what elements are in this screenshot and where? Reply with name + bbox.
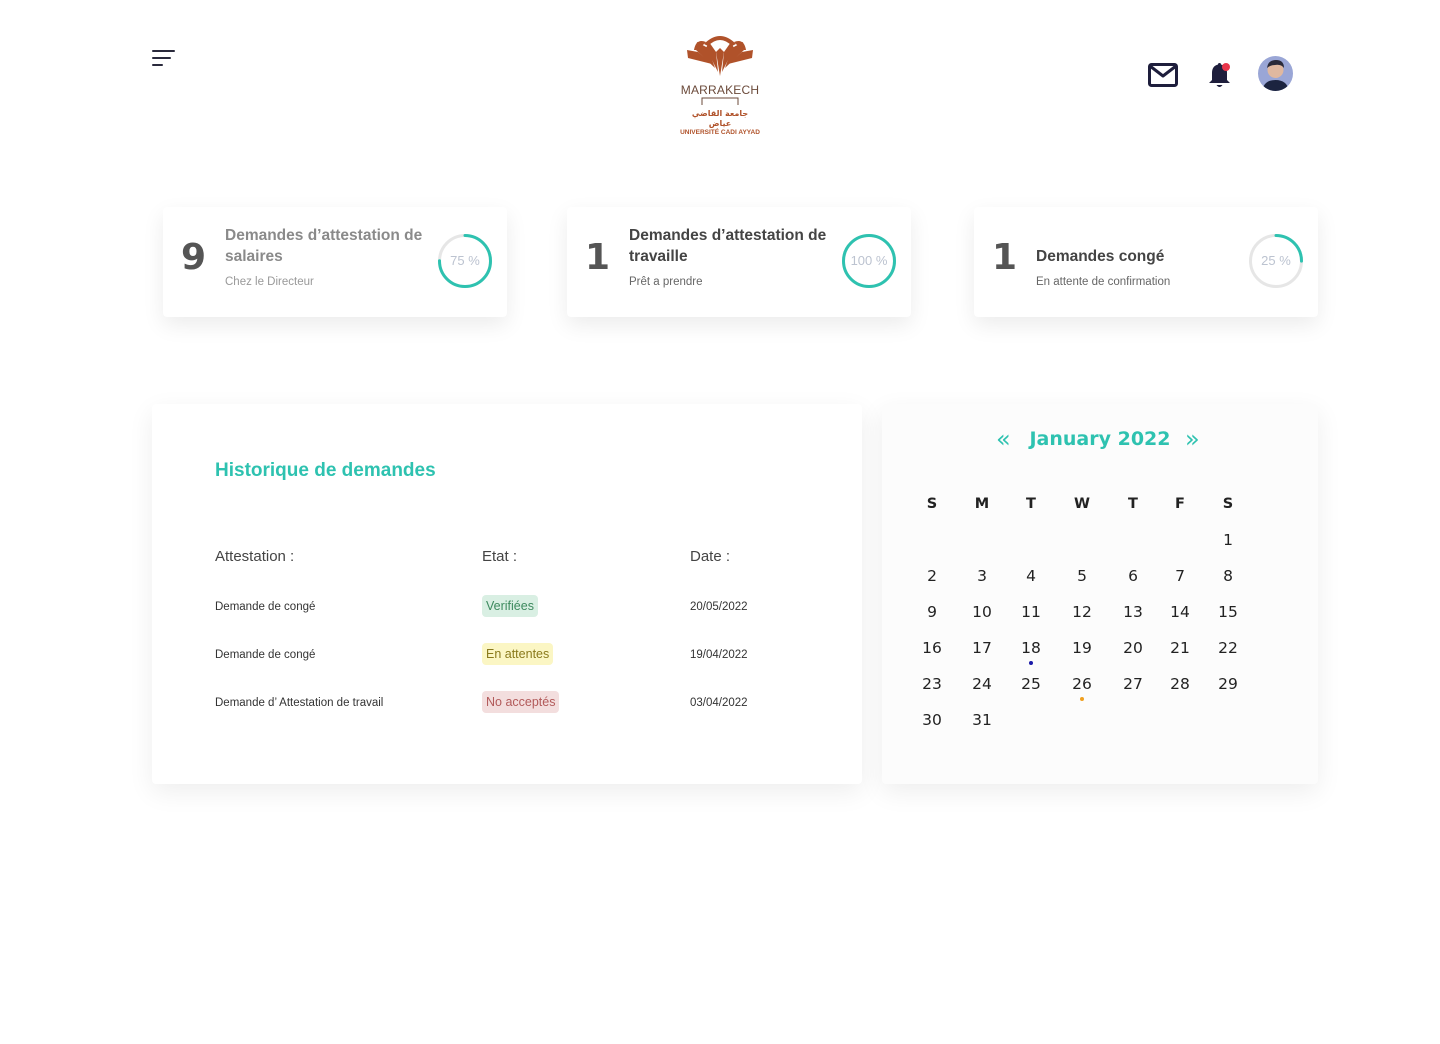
calendar-weekday: M bbox=[974, 496, 990, 512]
progress-percent: 25 % bbox=[1261, 253, 1291, 268]
progress-ring: 100 % bbox=[841, 233, 897, 289]
table-row[interactable]: Demande d’ Attestation de travail No acc… bbox=[152, 689, 862, 719]
calendar-day[interactable]: 11 bbox=[1011, 603, 1051, 627]
calendar-day[interactable]: 3 bbox=[962, 567, 1002, 591]
calendar-day[interactable]: 7 bbox=[1160, 567, 1200, 591]
calendar-day[interactable]: 12 bbox=[1062, 603, 1102, 627]
notification-bell-icon[interactable] bbox=[1207, 60, 1233, 90]
stat-card-salaires[interactable]: 9 Demandes d’attestation de salaires Che… bbox=[163, 207, 507, 317]
calendar-day[interactable]: 19 bbox=[1062, 639, 1102, 663]
stat-title: Demandes congé bbox=[1036, 248, 1165, 265]
progress-percent: 75 % bbox=[450, 253, 480, 268]
calendar-weekday: S bbox=[1222, 496, 1234, 512]
stat-count: 1 bbox=[992, 237, 1018, 278]
calendar-day[interactable]: 16 bbox=[912, 639, 952, 663]
column-header-attestation: Attestation : bbox=[215, 548, 295, 565]
calendar-day[interactable]: 15 bbox=[1208, 603, 1248, 627]
stat-subtitle: Chez le Directeur bbox=[225, 276, 314, 288]
calendar-month-title: January 2022 bbox=[1029, 428, 1171, 450]
event-dot bbox=[1080, 697, 1084, 701]
user-avatar[interactable] bbox=[1258, 56, 1293, 91]
calendar-day[interactable]: 17 bbox=[962, 639, 1002, 663]
calendar-day[interactable]: 18 bbox=[1011, 639, 1051, 665]
calendar-day[interactable]: 4 bbox=[1011, 567, 1051, 591]
history-title: Historique de demandes bbox=[215, 460, 436, 481]
calendar-next-button[interactable]: » bbox=[1185, 426, 1200, 452]
column-header-date: Date : bbox=[690, 548, 731, 565]
calendar-day[interactable]: 25 bbox=[1011, 675, 1051, 699]
logo-wordmark: MARRAKECH bbox=[680, 83, 760, 97]
row-attestation: Demande de congé bbox=[215, 601, 316, 613]
logo-emblem-icon bbox=[687, 36, 753, 76]
history-card: Historique de demandes Attestation : Eta… bbox=[152, 404, 862, 784]
stat-card-travaille[interactable]: 1 Demandes d’attestation de travaille Pr… bbox=[567, 207, 911, 317]
calendar-day[interactable]: 14 bbox=[1160, 603, 1200, 627]
calendar-day[interactable]: 28 bbox=[1160, 675, 1200, 699]
calendar-weekday: T bbox=[1128, 496, 1138, 512]
notification-dot bbox=[1222, 63, 1230, 71]
calendar-day[interactable]: 13 bbox=[1113, 603, 1153, 627]
stat-subtitle: Prêt a prendre bbox=[629, 276, 703, 288]
progress-ring: 25 % bbox=[1248, 233, 1304, 289]
calendar-day[interactable]: 26 bbox=[1062, 675, 1102, 701]
status-badge: No acceptés bbox=[482, 691, 560, 713]
progress-ring: 75 % bbox=[437, 233, 493, 289]
stat-count: 1 bbox=[585, 237, 611, 278]
calendar-day[interactable]: 24 bbox=[962, 675, 1002, 699]
logo-gate-icon bbox=[701, 97, 739, 105]
stat-card-conge[interactable]: 1 Demandes congé En attente de confirmat… bbox=[974, 207, 1318, 317]
status-badge: Verifiées bbox=[482, 595, 538, 617]
calendar-prev-button[interactable]: « bbox=[996, 426, 1011, 452]
calendar-weekday: F bbox=[1175, 496, 1185, 512]
calendar-day[interactable]: 23 bbox=[912, 675, 952, 699]
stat-subtitle: En attente de confirmation bbox=[1036, 276, 1171, 288]
calendar-day[interactable]: 27 bbox=[1113, 675, 1153, 699]
calendar-day[interactable]: 8 bbox=[1208, 567, 1248, 591]
stat-title: Demandes d’attestation de travaille bbox=[629, 227, 827, 265]
calendar-day[interactable]: 30 bbox=[912, 711, 952, 735]
calendar-day[interactable]: 20 bbox=[1113, 639, 1153, 663]
row-attestation: Demande de congé bbox=[215, 649, 316, 661]
calendar-day[interactable]: 6 bbox=[1113, 567, 1153, 591]
calendar-day[interactable]: 10 bbox=[962, 603, 1002, 627]
calendar-day[interactable]: 5 bbox=[1062, 567, 1102, 591]
calendar-widget: « January 2022 » S M T W T F S 1 2 3 4 5 6 7 8 9 10 11 12 1… bbox=[882, 404, 1318, 784]
row-attestation: Demande d’ Attestation de travail bbox=[215, 697, 384, 709]
table-row[interactable]: Demande de congé Verifiées 20/05/2022 bbox=[152, 593, 862, 623]
calendar-day[interactable]: 9 bbox=[912, 603, 952, 627]
stat-count: 9 bbox=[181, 237, 207, 278]
row-date: 19/04/2022 bbox=[690, 649, 748, 661]
calendar-weekday: W bbox=[1074, 496, 1090, 512]
university-logo: MARRAKECH جامعة القاضي عياض UNIVERSITÉ C… bbox=[680, 28, 760, 136]
logo-arabic: جامعة القاضي عياض bbox=[691, 109, 749, 128]
mail-icon[interactable] bbox=[1148, 63, 1178, 87]
calendar-day[interactable]: 29 bbox=[1208, 675, 1248, 699]
calendar-day[interactable]: 2 bbox=[912, 567, 952, 591]
stat-title: Demandes d’attestation de salaires bbox=[225, 227, 423, 265]
logo-french: UNIVERSITÉ CADI AYYAD bbox=[680, 129, 760, 136]
calendar-day[interactable]: 1 bbox=[1208, 531, 1248, 555]
calendar-day[interactable]: 22 bbox=[1208, 639, 1248, 663]
row-date: 03/04/2022 bbox=[690, 697, 748, 709]
calendar-weekday: T bbox=[1026, 496, 1036, 512]
calendar-day[interactable]: 21 bbox=[1160, 639, 1200, 663]
progress-percent: 100 % bbox=[850, 253, 888, 268]
event-dot bbox=[1029, 661, 1033, 665]
menu-icon[interactable] bbox=[152, 50, 176, 70]
calendar-weekday: S bbox=[926, 496, 938, 512]
calendar-day[interactable]: 31 bbox=[962, 711, 1002, 735]
column-header-etat: Etat : bbox=[482, 548, 518, 565]
row-date: 20/05/2022 bbox=[690, 601, 748, 613]
table-row[interactable]: Demande de congé En attentes 19/04/2022 bbox=[152, 641, 862, 671]
status-badge: En attentes bbox=[482, 643, 554, 665]
